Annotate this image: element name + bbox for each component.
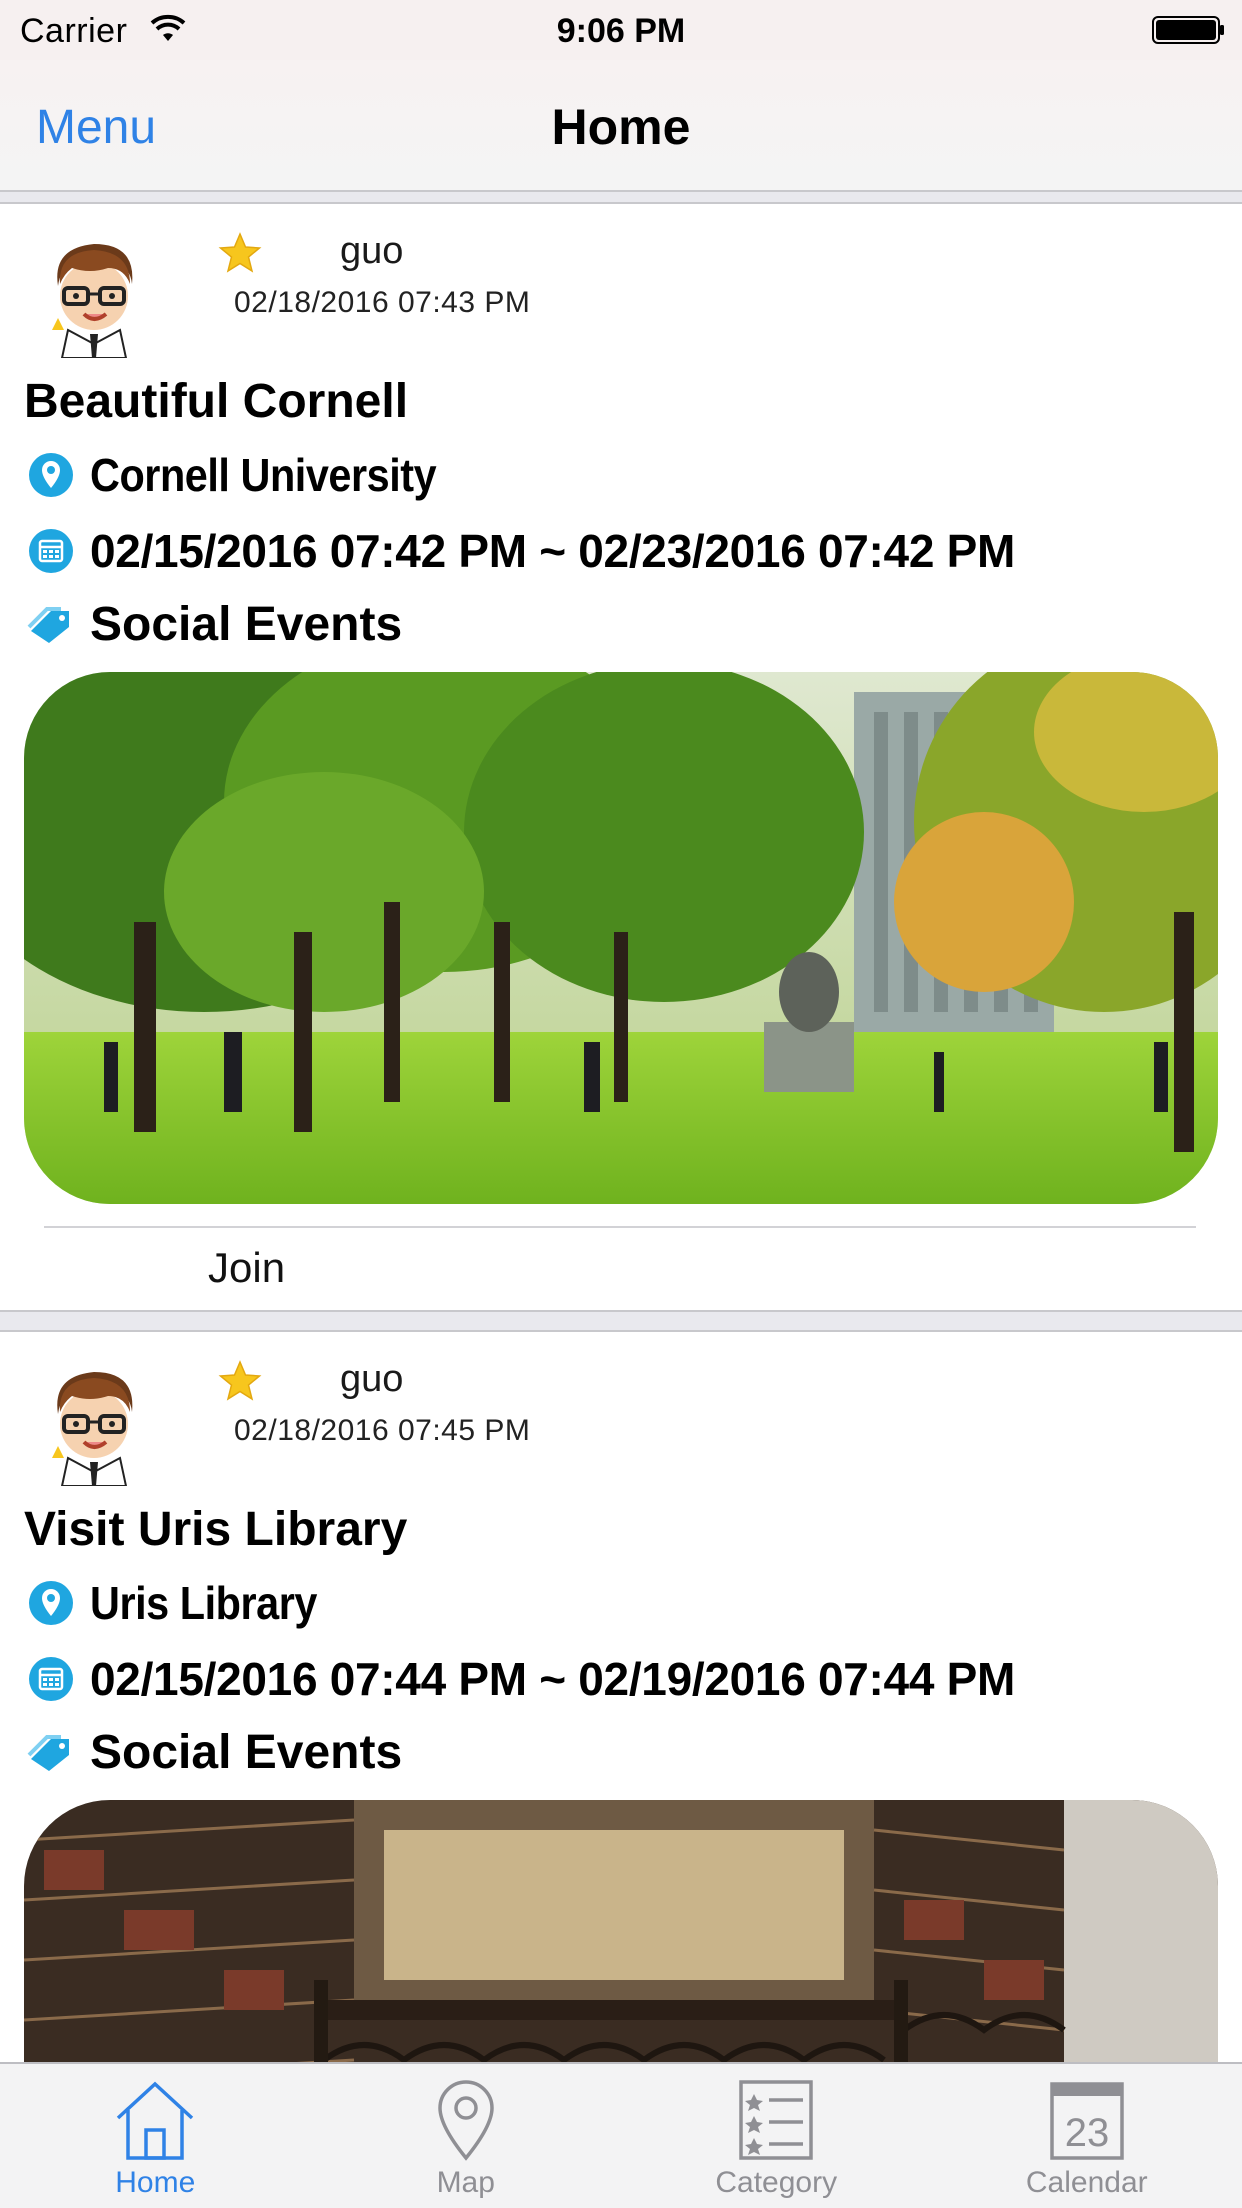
location-pin-icon: [26, 1578, 76, 1628]
event-time: 02/15/2016 07:44 PM ~ 02/19/2016 07:44 P…: [26, 1652, 1015, 1706]
page-title: Home: [551, 99, 691, 155]
location-pin-icon: [26, 450, 76, 500]
status-bar: Carrier 9:06 PM: [0, 0, 1242, 60]
tag-icon: [26, 1728, 76, 1778]
tab-category[interactable]: Category: [621, 2064, 932, 2208]
time-range-label: 02/15/2016 07:42 PM ~ 02/23/2016 07:42 P…: [90, 525, 1015, 577]
event-location: Uris Library: [26, 1576, 342, 1630]
event-title[interactable]: Beautiful Cornell: [24, 374, 408, 429]
calendar-day-number: 23: [1065, 2111, 1110, 2155]
event-location: Cornell University: [26, 448, 475, 502]
tab-bar: Home Map Category 23 Calendar: [0, 2062, 1242, 2208]
category-label: Social Events: [90, 1726, 403, 1779]
tag-icon: [26, 600, 76, 650]
event-card[interactable]: guo 02/18/2016 07:45 PM Visit Uris Libra…: [0, 1330, 1242, 2062]
category-label: Social Events: [90, 598, 403, 651]
calendar-icon: 23: [1050, 2082, 1124, 2160]
tab-home[interactable]: Home: [0, 2064, 311, 2208]
event-photo[interactable]: [24, 1800, 1218, 2062]
posted-timestamp: 02/18/2016 07:45 PM: [234, 1414, 531, 1447]
divider: [44, 1226, 1196, 1228]
event-time: 02/15/2016 07:42 PM ~ 02/23/2016 07:42 P…: [26, 524, 1015, 578]
event-feed[interactable]: guo 02/18/2016 07:43 PM Beautiful Cornel…: [0, 192, 1242, 2062]
navigation-bar: Menu Home: [0, 60, 1242, 192]
clock: 9:06 PM: [556, 12, 686, 50]
tab-map-label: Map: [436, 2166, 495, 2199]
event-card[interactable]: guo 02/18/2016 07:43 PM Beautiful Cornel…: [0, 202, 1242, 1312]
calendar-icon: [26, 1654, 76, 1704]
time-range-label: 02/15/2016 07:44 PM ~ 02/19/2016 07:44 P…: [90, 1653, 1015, 1705]
join-button[interactable]: Join: [208, 1244, 285, 1292]
tab-calendar[interactable]: 23 Calendar: [932, 2064, 1242, 2208]
user-avatar[interactable]: [38, 1362, 150, 1486]
event-title[interactable]: Visit Uris Library: [24, 1502, 407, 1557]
star-icon: [218, 232, 262, 273]
author-name[interactable]: guo: [340, 1358, 403, 1401]
star-icon: [218, 1360, 262, 1401]
list-icon: [739, 2080, 813, 2160]
location-label: Uris Library: [90, 1577, 317, 1629]
tab-calendar-label: Calendar: [1025, 2166, 1148, 2199]
event-category: Social Events: [26, 1725, 402, 1780]
map-pin-icon: [437, 2080, 494, 2161]
user-avatar[interactable]: [38, 234, 150, 358]
location-label: Cornell University: [90, 449, 437, 501]
event-category: Social Events: [26, 597, 402, 652]
tab-map[interactable]: Map: [311, 2064, 622, 2208]
home-icon: [117, 2081, 194, 2160]
battery-icon: [1152, 16, 1224, 44]
tab-home-label: Home: [115, 2166, 196, 2199]
calendar-icon: [26, 526, 76, 576]
tab-category-label: Category: [715, 2166, 838, 2199]
event-photo[interactable]: [24, 672, 1218, 1204]
author-name[interactable]: guo: [340, 230, 403, 273]
posted-timestamp: 02/18/2016 07:43 PM: [234, 286, 531, 319]
